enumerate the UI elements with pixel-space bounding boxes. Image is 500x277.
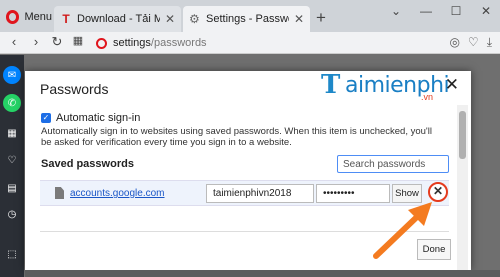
bookmarks-icon[interactable]: ♡ — [3, 151, 21, 169]
auto-signin-checkbox[interactable]: ✓ — [41, 113, 51, 123]
tab-settings[interactable]: ⚙ Settings - Passwords ✕ — [183, 6, 310, 32]
heart-icon[interactable]: ♡ — [468, 35, 479, 50]
scrollbar[interactable] — [457, 105, 468, 270]
new-tab-icon[interactable]: + — [316, 8, 326, 28]
dialog-title: Passwords — [40, 81, 109, 97]
downloads-icon[interactable]: ⬚ — [3, 245, 21, 263]
search-passwords-input[interactable] — [337, 155, 449, 173]
taimienphi-logo: T aimienphi .vn — [321, 65, 450, 105]
history-icon[interactable]: ◷ — [3, 205, 21, 223]
username-field[interactable] — [206, 184, 314, 203]
tab-close-icon[interactable]: ✕ — [165, 12, 175, 26]
tab-strip: Menu T Download - Tải Miễn Phí VN ✕ ⚙ Se… — [0, 0, 500, 32]
close-window-icon[interactable]: ✕ — [478, 4, 494, 18]
tab-download[interactable]: T Download - Tải Miễn Phí VN ✕ — [54, 6, 181, 32]
whatsapp-icon[interactable]: ✆ — [3, 94, 21, 112]
maximize-icon[interactable]: ☐ — [448, 4, 464, 18]
window-controls: ⌄ — ☐ ✕ — [388, 4, 494, 18]
news-icon[interactable]: ▤ — [3, 179, 21, 197]
minimize-icon[interactable]: — — [418, 4, 434, 18]
logo-domain: .vn — [421, 92, 434, 102]
address-toolbar: ‹ › ↻ ▦ settings/passwords ◎ ♡ ⤓ — [0, 32, 500, 54]
download-icon[interactable]: ⤓ — [487, 35, 492, 50]
site-file-icon — [55, 187, 64, 199]
back-icon[interactable]: ‹ — [6, 34, 22, 49]
annotation-arrow-icon — [373, 202, 432, 259]
toolbar-right: ◎ ♡ ⤓ — [449, 35, 492, 50]
sidebar: ✉ ✆ ▦ ♡ ▤ ◷ ⬚ — [0, 55, 24, 277]
url-host: settings — [113, 37, 151, 49]
tab-close-icon[interactable]: ✕ — [294, 12, 304, 26]
reload-icon[interactable]: ↻ — [49, 34, 65, 50]
menu-label: Menu — [24, 11, 52, 23]
opera-logo-icon — [6, 10, 20, 24]
speed-dial-icon[interactable]: ▦ — [3, 124, 21, 142]
opera-menu-button[interactable]: Menu — [4, 6, 52, 28]
logo-mark-icon: T — [321, 70, 341, 100]
forward-icon[interactable]: › — [28, 34, 44, 49]
auto-signin-description: Automatically sign in to websites using … — [41, 126, 432, 148]
scrollbar-thumb[interactable] — [459, 111, 466, 159]
tab-title: Settings - Passwords — [206, 13, 289, 25]
url-path: /passwords — [150, 37, 207, 49]
tab-title: Download - Tải Miễn Phí VN — [77, 13, 160, 25]
logo-text: aimienphi — [345, 72, 450, 98]
site-link[interactable]: accounts.google.com — [70, 188, 165, 199]
saved-passwords-heading: Saved passwords — [41, 158, 134, 170]
snapshot-icon[interactable]: ◎ — [449, 35, 459, 50]
gear-icon: ⚙ — [189, 12, 200, 26]
speed-dial-grid-icon[interactable]: ▦ — [70, 34, 86, 47]
dialog-close-icon[interactable]: ✕ — [445, 75, 459, 95]
messenger-icon[interactable]: ✉ — [3, 66, 21, 84]
arrow-shaft — [373, 211, 423, 259]
auto-signin-label: Automatic sign-in — [56, 112, 141, 124]
tab-menu-icon[interactable]: ⌄ — [388, 4, 404, 18]
taimienphi-favicon-icon: T — [62, 12, 70, 26]
auto-signin-row: ✓ Automatic sign-in — [41, 112, 140, 124]
remove-password-icon[interactable]: ✕ — [428, 182, 448, 202]
opera-badge-icon — [96, 37, 107, 49]
page-background — [25, 270, 500, 277]
address-bar[interactable]: settings/passwords — [96, 34, 396, 52]
